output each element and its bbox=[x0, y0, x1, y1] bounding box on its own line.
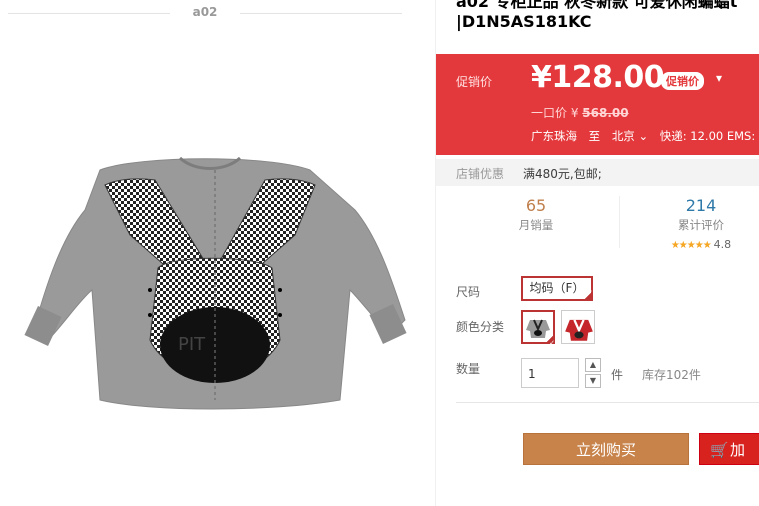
ship-to-label: 至 bbox=[588, 129, 601, 143]
size-label: 尺码 bbox=[456, 285, 481, 299]
total-reviews[interactable]: 214 累计评价 ★★★★★ 4.8 bbox=[621, 195, 759, 252]
product-info-panel: a02 专柜正品 秋冬新款 可爱休闲蝙蝠t |D1N5AS181KC 促销价 ¥… bbox=[435, 0, 759, 506]
buy-now-button[interactable]: 立刻购买 bbox=[523, 433, 689, 465]
color-label: 颜色分类 bbox=[456, 320, 505, 334]
stats-row: 65 月销量 214 累计评价 ★★★★★ 4.8 bbox=[436, 190, 759, 254]
divider bbox=[8, 13, 170, 14]
check-icon bbox=[583, 283, 593, 304]
store-promo-label: 店铺优惠 bbox=[456, 167, 505, 181]
reviews-count: 214 bbox=[685, 196, 717, 215]
rating-value: 4.8 bbox=[713, 238, 732, 251]
chevron-down-icon: ⌄ bbox=[638, 129, 649, 143]
ship-to-select[interactable]: 北京 ⌄ bbox=[612, 129, 648, 143]
size-option-free[interactable]: 均码（F） bbox=[521, 276, 593, 304]
product-title: a02 专柜正品 秋冬新款 可爱休闲蝙蝠t |D1N5AS181KC bbox=[456, 0, 759, 32]
sales-count: 65 bbox=[525, 196, 547, 215]
divider bbox=[619, 196, 620, 248]
product-gallery: a02 PIT bbox=[0, 0, 435, 506]
chevron-down-icon[interactable]: ▾ bbox=[716, 71, 722, 85]
product-page: a02 PIT a02 专柜正品 秋冬新款 可爱休闲蝙蝠t |D1N5AS181… bbox=[0, 0, 759, 506]
red-sweater-thumbnail-icon bbox=[565, 319, 593, 341]
qty-unit: 件 bbox=[611, 368, 624, 382]
qty-decrease-icon[interactable]: ▼ bbox=[585, 374, 601, 388]
sales-label: 月销量 bbox=[518, 218, 554, 232]
promo-badge[interactable]: 促销价 bbox=[661, 72, 704, 90]
ship-from: 广东珠海 bbox=[531, 129, 577, 143]
express-fee: 快递: 12.00 EMS: 21 bbox=[659, 129, 759, 143]
product-title-line1: a02 专柜正品 秋冬新款 可爱休闲蝙蝠t bbox=[456, 0, 738, 11]
original-price: 一口价 ¥ 568.00 bbox=[531, 104, 629, 121]
brand-name: a02 bbox=[192, 5, 218, 19]
price-label: 促销价 bbox=[456, 75, 493, 89]
reviews-label: 累计评价 bbox=[678, 218, 724, 232]
quantity-input[interactable]: 1 bbox=[521, 358, 579, 388]
check-icon bbox=[545, 334, 555, 347]
svg-text:PIT: PIT bbox=[178, 334, 206, 355]
store-promo-row: 店铺优惠 满480元,包邮; bbox=[436, 159, 759, 186]
add-to-cart-label: 加 bbox=[730, 441, 746, 459]
size-option-label: 均码（F） bbox=[529, 281, 585, 295]
monthly-sales: 65 月销量 bbox=[456, 195, 616, 233]
divider bbox=[456, 402, 759, 403]
qty-label: 数量 bbox=[456, 362, 481, 376]
color-option-red[interactable] bbox=[561, 310, 595, 344]
original-price-value: 568.00 bbox=[582, 106, 629, 120]
current-price: ¥128.00 bbox=[531, 60, 665, 95]
brand-header: a02 bbox=[0, 4, 435, 22]
ship-to-value: 北京 bbox=[611, 129, 635, 143]
add-to-cart-button[interactable]: 🛒 加 bbox=[699, 433, 759, 465]
store-promo-value: 满480元,包邮; bbox=[523, 167, 602, 181]
color-option-gray[interactable] bbox=[521, 310, 555, 347]
original-price-label: 一口价 ¥ bbox=[531, 106, 579, 120]
product-image[interactable]: PIT bbox=[10, 150, 415, 420]
cart-icon: 🛒 bbox=[710, 441, 729, 459]
stock-count: 库存102件 bbox=[642, 368, 701, 382]
star-rating-icon: ★★★★★ bbox=[670, 240, 712, 251]
qty-increase-icon[interactable]: ▲ bbox=[585, 358, 601, 372]
product-title-line2: |D1N5AS181KC bbox=[456, 12, 592, 31]
shipping-info: 广东珠海 至 北京 ⌄ 快递: 12.00 EMS: 21 bbox=[531, 128, 759, 144]
price-box: 促销价 ¥128.00 促销价 ▾ 一口价 ¥ 568.00 广东珠海 至 北京… bbox=[436, 54, 759, 155]
divider bbox=[240, 13, 402, 14]
